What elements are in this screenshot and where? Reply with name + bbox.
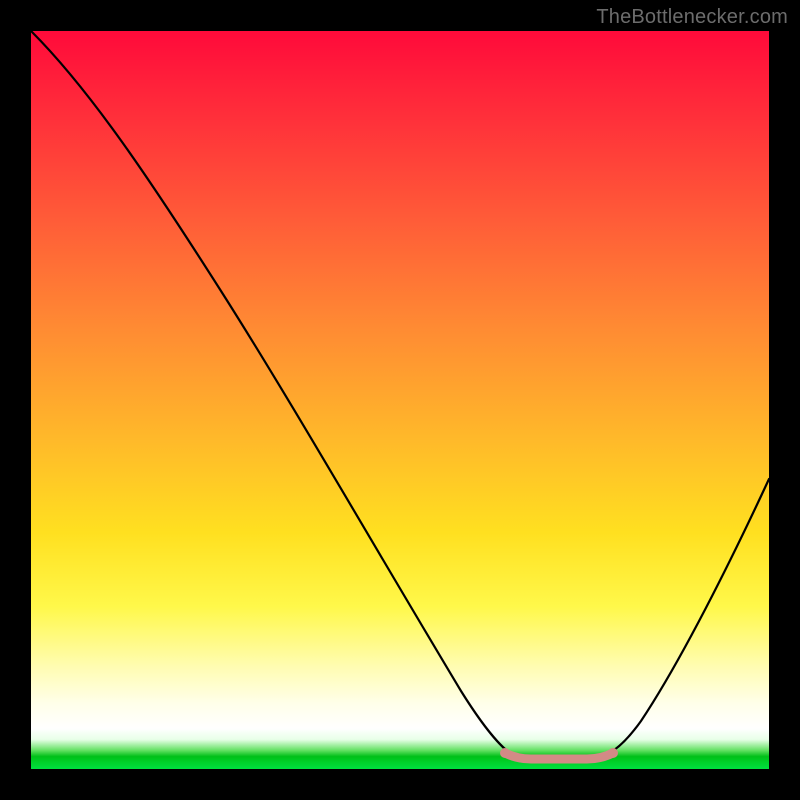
optimal-range-end-dot	[608, 748, 618, 758]
bottleneck-curve	[31, 31, 769, 758]
attribution-text: TheBottlenecker.com	[596, 6, 788, 29]
optimal-range-marker	[505, 753, 613, 759]
optimal-range-start-dot	[500, 748, 510, 758]
chart-frame: TheBottlenecker.com	[0, 0, 800, 800]
bottleneck-curve-svg	[31, 31, 769, 769]
plot-area	[31, 31, 769, 769]
